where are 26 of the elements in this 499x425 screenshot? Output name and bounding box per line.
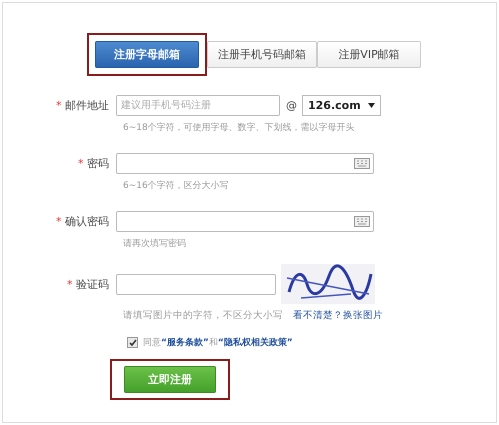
hint-text: 6~16个字符，区分大小写 — [123, 180, 230, 192]
keyboard-icon — [354, 158, 370, 168]
keyboard-icon — [354, 216, 370, 226]
refresh-captcha-link[interactable]: 看不清楚？换张图片 — [293, 309, 383, 322]
hint-text: 请再次填写密码 — [123, 238, 187, 250]
agreement-text: 同意“服务条款”和“隐私权相关政策” — [143, 336, 293, 349]
password-input[interactable] — [116, 210, 374, 232]
tab[interactable]: 注册手机号码邮箱 — [207, 41, 317, 68]
field-label: * 邮件地址 — [55, 98, 110, 112]
terms-link[interactable]: “服务条款” — [161, 338, 209, 348]
tab[interactable]: 注册VIP邮箱 — [317, 41, 421, 68]
tab[interactable]: 注册字母邮箱 — [95, 41, 199, 68]
captcha-input[interactable] — [116, 274, 276, 294]
captcha-image[interactable] — [281, 264, 375, 304]
caret-icon — [368, 102, 375, 108]
email-input[interactable]: 建议用手机号码注册 — [116, 94, 280, 116]
privacy-link[interactable]: “隐私权相关政策” — [218, 338, 293, 348]
password-input[interactable] — [116, 152, 374, 174]
field-label: * 确认密码 — [55, 214, 110, 228]
hint-text: 请填写图片中的字符，不区分大小写 — [123, 309, 284, 322]
hint-text: 6~18个字符，可使用字母、数字、下划线，需以字母开头 — [123, 122, 356, 134]
field-label: * 验证码 — [66, 276, 110, 292]
field-label: * 密码 — [77, 156, 110, 170]
at-sign: @ — [286, 98, 297, 112]
agreement-checkbox[interactable] — [127, 337, 138, 348]
domain-select[interactable]: 126.com — [302, 94, 381, 116]
